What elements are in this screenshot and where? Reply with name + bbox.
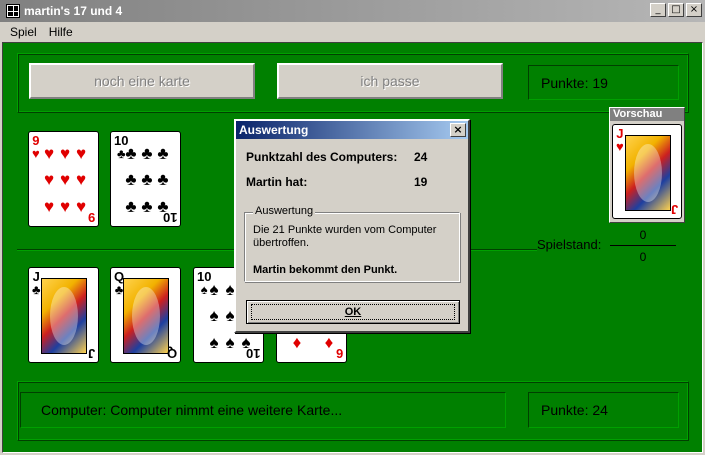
card-rank-bottom: 9: [87, 210, 95, 225]
groupbox-legend: Auswertung: [253, 205, 316, 217]
preview-title: Vorschau: [610, 108, 684, 121]
card-pips: ♣ ♣ ♣ ♣ ♣ ♣ ♣ ♣ ♣: [125, 143, 169, 217]
menu-bar: Spiel Hilfe: [0, 22, 705, 42]
computer-points: Punkte: 24: [528, 392, 679, 428]
maximize-button[interactable]: □: [668, 3, 684, 17]
player-score-value: 19: [414, 175, 428, 189]
draw-card-button[interactable]: noch eine karte: [29, 63, 255, 99]
minimize-button[interactable]: _: [650, 3, 666, 17]
score-player: 0: [639, 228, 647, 242]
computer-score-label: Punktzahl des Computers:: [246, 150, 398, 164]
card-rank-bottom: Q: [166, 346, 177, 361]
card-pips: ♥ ♥ ♥ ♥ ♥ ♥ ♥ ♥ ♥: [43, 143, 87, 217]
window-title: martin's 17 und 4: [24, 4, 123, 18]
window-titlebar[interactable]: martin's 17 und 4 _ □ ×: [0, 0, 705, 22]
result-dialog: Auswertung × Punktzahl des Computers: 24…: [234, 119, 470, 333]
player-score-label: Martin hat:: [246, 175, 308, 189]
dialog-close-button[interactable]: ×: [450, 123, 466, 137]
face-card-art: [41, 278, 87, 354]
computer-status: Computer: Computer nimmt eine weitere Ka…: [20, 392, 506, 428]
close-window-button[interactable]: ×: [686, 3, 702, 17]
score-label: Spielstand:: [537, 237, 602, 252]
card-rank-bottom: J: [670, 202, 678, 217]
computer-card-jack-clubs: J ♣ J: [28, 267, 99, 363]
result-outcome: Martin bekommt den Punkt.: [253, 264, 398, 276]
menu-hilfe[interactable]: Hilfe: [43, 25, 79, 39]
card-suit: ♥: [32, 146, 40, 161]
card-rank-bottom: J: [87, 346, 95, 361]
preview-window: Vorschau J ♥ J: [609, 107, 685, 223]
result-message: Die 21 Punkte wurden vom Computer übertr…: [253, 224, 437, 249]
dialog-title: Auswertung: [239, 123, 309, 137]
player-card-9-hearts: 9 ♥ ♥ ♥ ♥ ♥ ♥ ♥ ♥ ♥ ♥ 9: [28, 131, 99, 227]
card-rank-bottom: 10: [162, 210, 177, 225]
card-rank-bottom: 6: [335, 346, 343, 361]
ok-label: OK: [344, 306, 362, 318]
card-suit: ♥: [616, 139, 624, 154]
face-card-art: [625, 135, 671, 211]
player-points: Punkte: 19: [528, 65, 679, 100]
ok-button[interactable]: OK: [246, 300, 460, 324]
computer-score-value: 24: [414, 150, 428, 164]
card-rank-bottom: 10: [245, 346, 260, 361]
score-divider: [610, 245, 676, 246]
app-icon: [6, 4, 20, 18]
face-card-art: [123, 278, 169, 354]
score-computer: 0: [639, 250, 647, 264]
preview-card: J ♥ J: [612, 124, 682, 219]
dialog-titlebar[interactable]: Auswertung ×: [236, 121, 468, 139]
card-suit: ♣: [32, 282, 41, 297]
result-groupbox: Auswertung Die 21 Punkte wurden vom Comp…: [244, 205, 460, 282]
pass-button[interactable]: ich passe: [277, 63, 503, 99]
computer-card-queen-clubs: Q ♣ Q: [110, 267, 181, 363]
player-card-10-clubs: 10 ♣ ♣ ♣ ♣ ♣ ♣ ♣ ♣ ♣ ♣ 10: [110, 131, 181, 227]
menu-spiel[interactable]: Spiel: [0, 25, 43, 39]
